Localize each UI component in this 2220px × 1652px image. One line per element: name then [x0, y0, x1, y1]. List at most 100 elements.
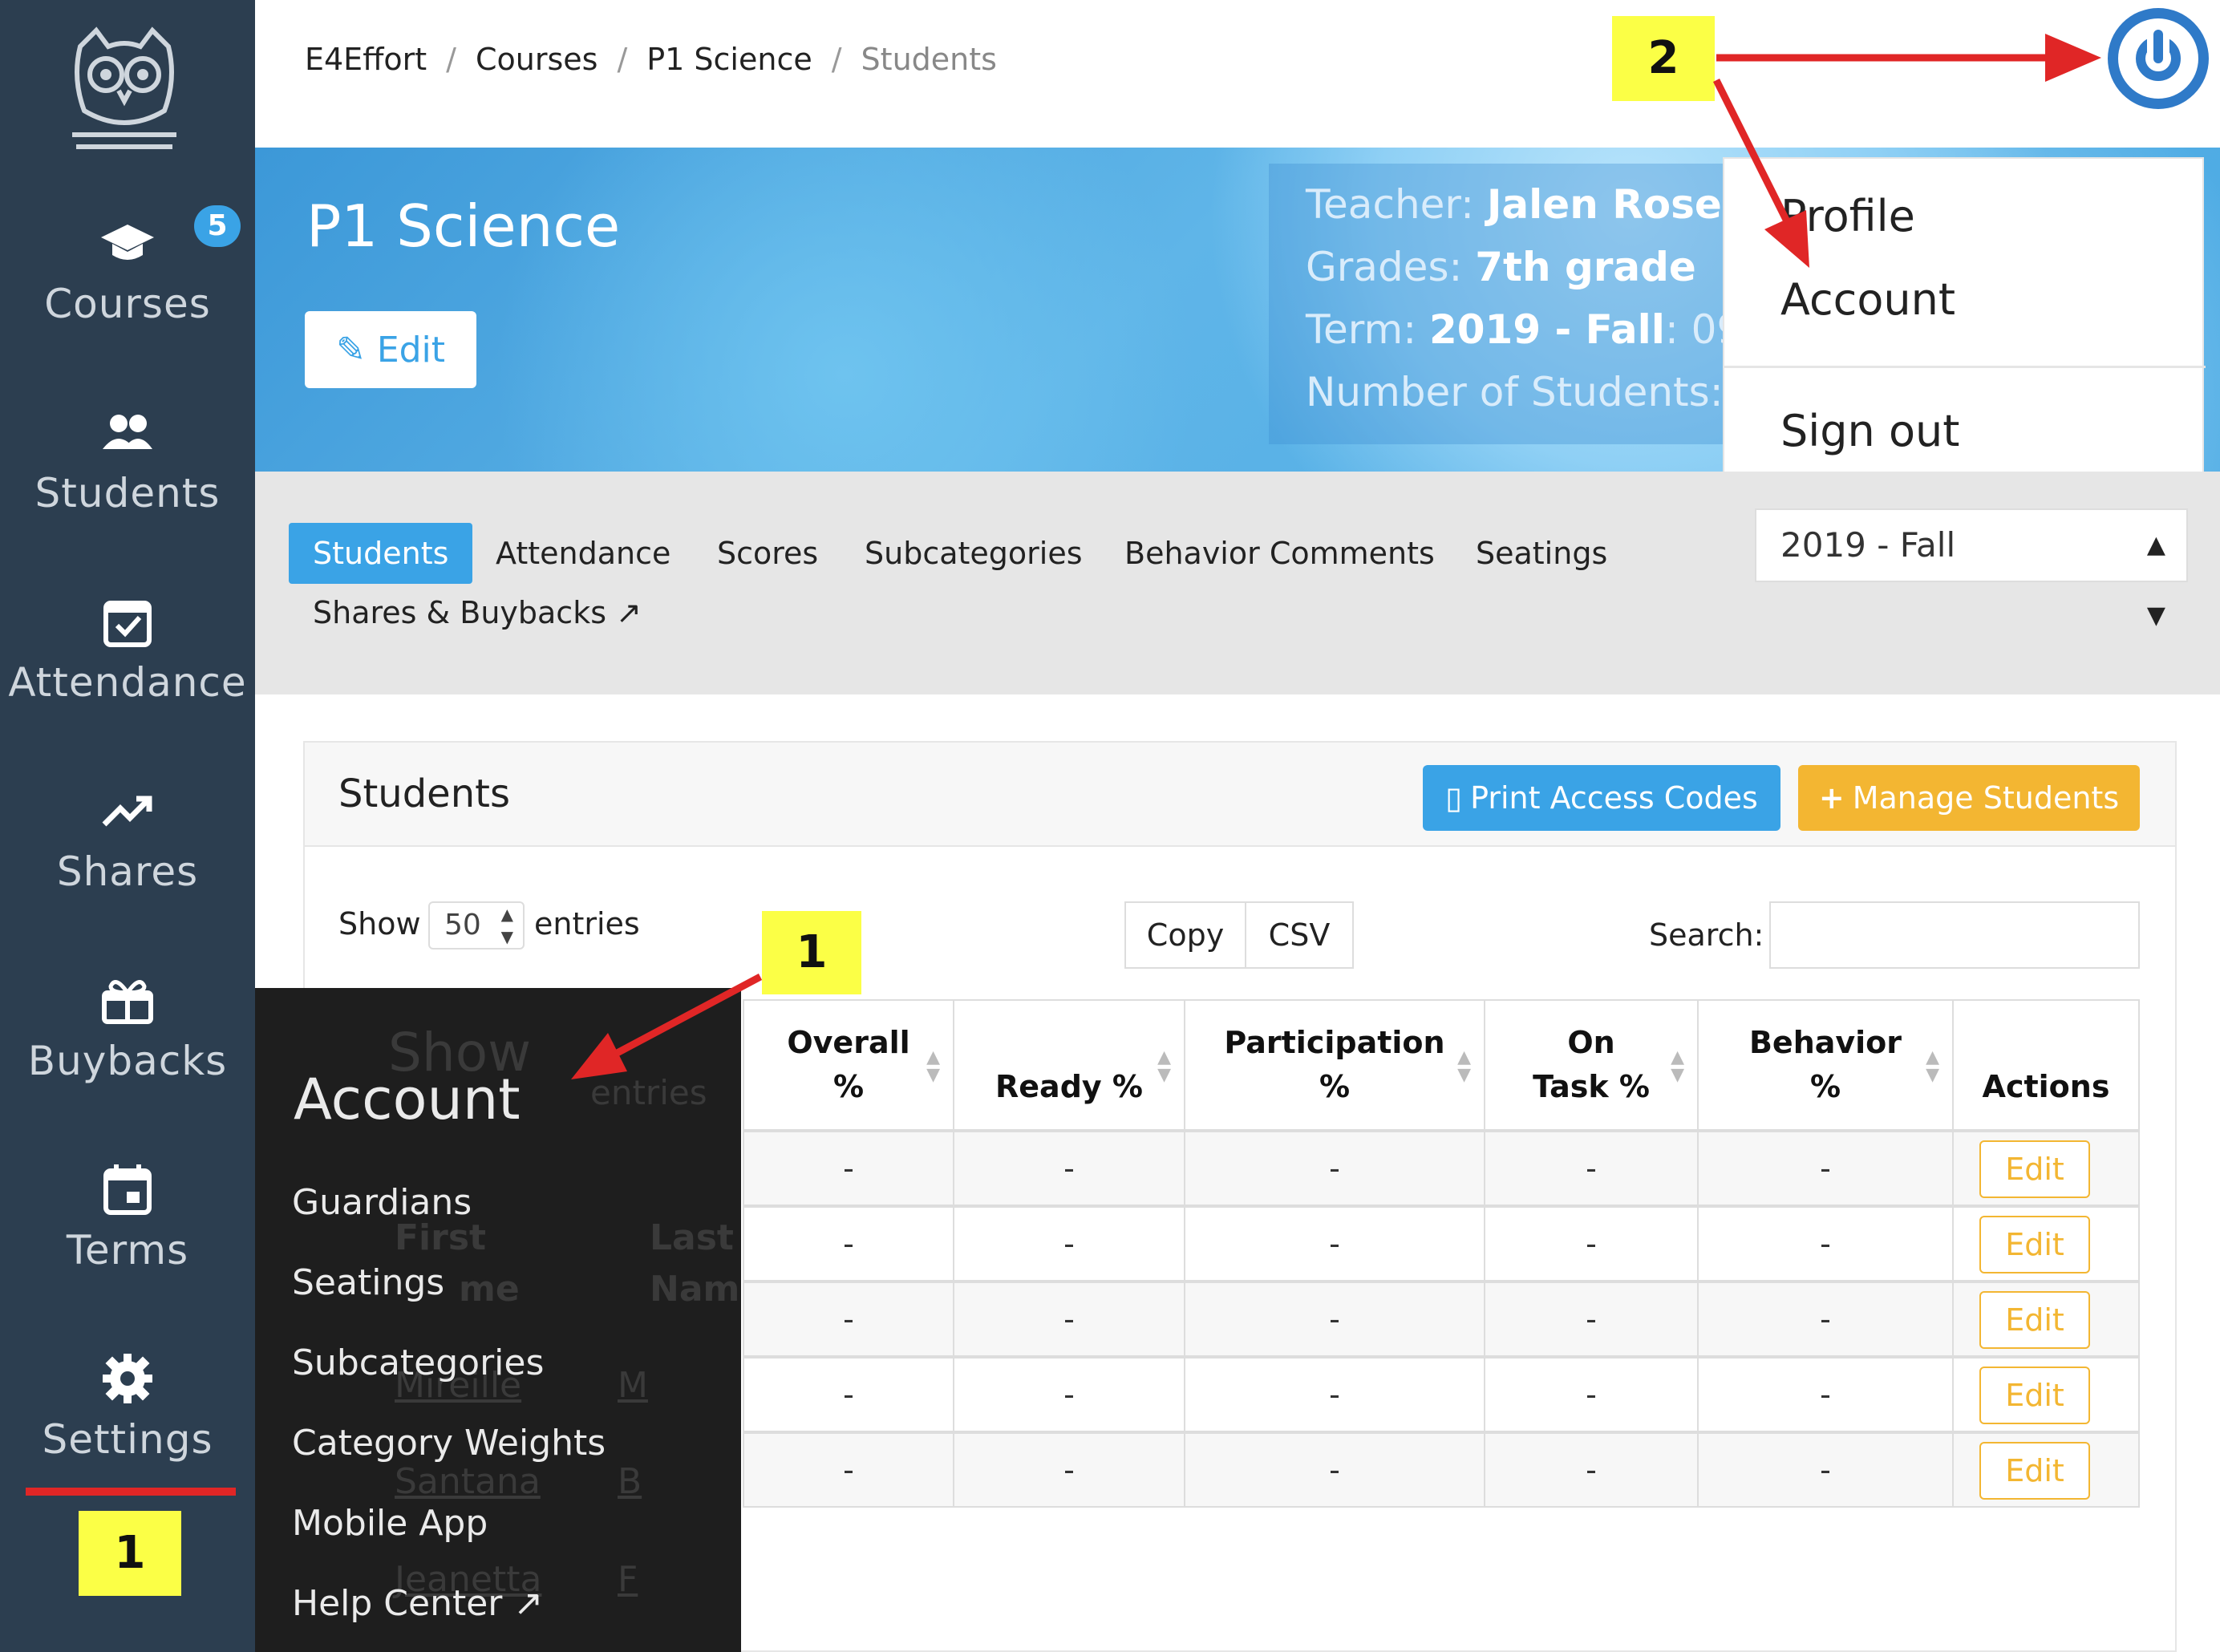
select-arrows-icon: ▲ ▼ [2146, 531, 2165, 630]
edit-student-button[interactable]: Edit [1979, 1367, 2090, 1424]
copy-button[interactable]: Copy [1124, 901, 1246, 969]
page-size-select[interactable]: 50 ▲ ▼ [428, 901, 525, 949]
edit-student-button[interactable]: Edit [1979, 1216, 2090, 1273]
table-cell: - [953, 1131, 1185, 1206]
settings-item-mobile-app[interactable]: Mobile App [292, 1503, 488, 1544]
breadcrumb-separator: / [617, 42, 628, 77]
sidebar-item-label: Shares [56, 848, 199, 895]
table-cell: - [953, 1357, 1185, 1432]
search-input[interactable] [1769, 901, 2140, 969]
breadcrumb-courses[interactable]: Courses [476, 42, 598, 77]
tab-scores[interactable]: Scores [693, 523, 842, 584]
courses-count-badge: 5 [194, 205, 241, 247]
ghost-name-fragment: me [459, 1269, 520, 1310]
table-cell: - [743, 1282, 954, 1357]
ghost-student-initial: M [618, 1365, 648, 1406]
ghost-last-fragment: Nam [650, 1269, 740, 1310]
entries-label: entries [534, 906, 640, 941]
sidebar-item-students[interactable]: Students [0, 404, 255, 516]
sidebar-item-label: Buybacks [27, 1038, 228, 1084]
user-menu-power-button[interactable] [2108, 8, 2209, 109]
callout-step-one-sidebar: 1 [79, 1511, 181, 1596]
print-access-codes-button[interactable]: ▯ Print Access Codes [1423, 765, 1780, 831]
ghost-last-text: Last [650, 1217, 734, 1258]
tab-seatings[interactable]: Seatings [1452, 523, 1631, 584]
file-pdf-icon: ▯ [1445, 780, 1463, 816]
sort-icon: ▲ ▼ [926, 1047, 940, 1085]
power-icon [2118, 18, 2198, 99]
trending-up-icon [102, 796, 152, 827]
table-cell: - [743, 1432, 954, 1508]
tab-attendance[interactable]: Attendance [472, 523, 695, 584]
ghost-student-name: Santana [395, 1461, 541, 1502]
column-header-on-task[interactable]: On Task % ▲ ▼ [1484, 999, 1699, 1131]
edit-course-label: Edit [376, 329, 446, 370]
breadcrumb-course[interactable]: P1 Science [646, 42, 812, 77]
csv-button[interactable]: CSV [1245, 901, 1354, 969]
sidebar-item-buybacks[interactable]: Buybacks [0, 972, 255, 1084]
sidebar-item-label: Students [34, 470, 221, 516]
table-cell: - [1184, 1357, 1485, 1432]
ghost-entries-text: entries [590, 1073, 707, 1112]
tab-behavior-comments[interactable]: Behavior Comments [1100, 523, 1459, 584]
table-cell: - [1697, 1282, 1954, 1357]
sidebar-item-label: Terms [66, 1227, 189, 1273]
tab-shares-buybacks[interactable]: Shares & Buybacks ↗ [289, 582, 666, 643]
breadcrumb-separator: / [446, 42, 456, 77]
ghost-student-initial: F [618, 1559, 638, 1600]
sidebar-item-settings[interactable]: Settings [0, 1350, 255, 1463]
settings-item-seatings[interactable]: Seatings [292, 1262, 444, 1303]
students-count-info: Number of Students: 2 [1306, 369, 1764, 415]
settings-item-help-center[interactable]: Help Center ↗ [292, 1583, 543, 1624]
ghost-student-initial: B [618, 1461, 642, 1502]
breadcrumb-home[interactable]: E4Effort [305, 42, 427, 77]
table-cell: - [743, 1206, 954, 1282]
sort-icon: ▲ ▼ [1457, 1047, 1471, 1085]
column-header-behavior[interactable]: Behavior% ▲ ▼ [1697, 999, 1954, 1131]
menu-item-account[interactable]: Account [1780, 274, 1955, 325]
students-card-title: Students [338, 771, 510, 816]
graduation-cap-icon [101, 225, 154, 260]
tab-students[interactable]: Students [289, 523, 473, 584]
sort-icon: ▲ ▼ [1926, 1047, 1939, 1085]
column-header-participation[interactable]: Participation% ▲ ▼ [1184, 999, 1485, 1131]
breadcrumb: E4Effort / Courses / P1 Science / Studen… [305, 42, 997, 77]
edit-student-button[interactable]: Edit [1979, 1291, 2090, 1349]
column-header-actions: Actions [1952, 999, 2140, 1131]
sidebar-item-shares[interactable]: Shares [0, 783, 255, 895]
table-cell: - [1484, 1357, 1699, 1432]
settings-highlight-underline [26, 1488, 236, 1496]
table-cell: - [1184, 1131, 1485, 1206]
external-link-icon: ↗ [616, 595, 642, 630]
settings-item-subcategories[interactable]: Subcategories [292, 1342, 544, 1383]
edit-student-button[interactable]: Edit [1979, 1140, 2090, 1198]
column-header-ready[interactable]: Ready % ▲ ▼ [953, 999, 1185, 1131]
tab-subcategories[interactable]: Subcategories [841, 523, 1107, 584]
students-table: Overall% ▲ ▼ Ready % ▲ ▼ Participation% ▲ ▼ On… [743, 999, 2140, 1520]
edit-course-button[interactable]: ✎ Edit [305, 311, 476, 388]
manage-students-button[interactable]: + Manage Students [1798, 765, 2140, 831]
table-cell: - [1697, 1131, 1954, 1206]
settings-item-guardians[interactable]: Guardians [292, 1182, 472, 1223]
menu-item-sign-out[interactable]: Sign out [1780, 406, 1959, 456]
settings-item-category-weights[interactable]: Category Weights [292, 1423, 606, 1464]
sidebar-item-terms[interactable]: Terms [0, 1161, 255, 1273]
select-arrows-icon: ▲ ▼ [500, 905, 513, 946]
term-select[interactable]: 2019 - Fall ▲ ▼ [1755, 508, 2188, 630]
show-entries-label: Show [338, 906, 421, 941]
settings-menu-title[interactable]: Account [294, 1067, 521, 1132]
user-dropdown-menu: Profile Account Sign out [1723, 157, 2206, 486]
users-icon [103, 415, 152, 449]
column-header-overall[interactable]: Overall% ▲ ▼ [743, 999, 954, 1131]
search-label: Search: [1649, 917, 1764, 953]
edit-student-button[interactable]: Edit [1979, 1442, 2090, 1500]
owl-logo-icon[interactable] [64, 22, 184, 159]
table-cell: - [1697, 1206, 1954, 1282]
menu-item-profile[interactable]: Profile [1780, 191, 1915, 241]
sidebar-item-attendance[interactable]: Attendance [0, 593, 255, 706]
sort-icon: ▲ ▼ [1671, 1047, 1684, 1085]
table-cell: - [743, 1357, 954, 1432]
sidebar: Courses 5 Students Attendance Shares Buy… [0, 0, 255, 1652]
external-link-icon: ↗ [513, 1583, 544, 1624]
breadcrumb-current: Students [861, 42, 997, 77]
